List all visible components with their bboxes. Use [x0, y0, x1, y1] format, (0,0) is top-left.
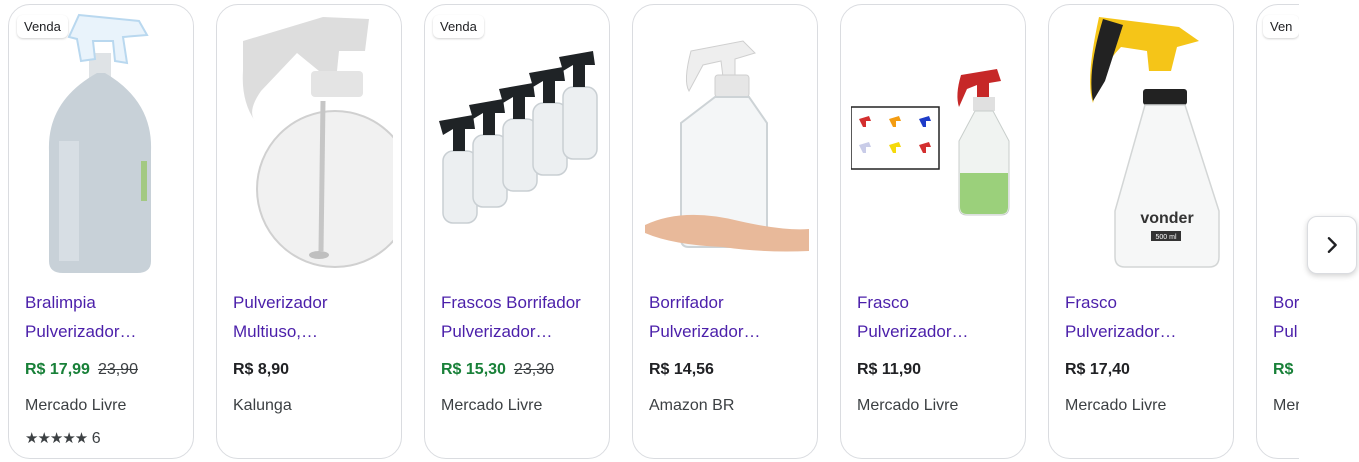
sale-badge: Venda	[17, 15, 68, 38]
price: R$ 17,40	[1065, 361, 1130, 378]
old-price: 23,30	[513, 361, 554, 378]
price-row: R$ 17,99 23,90	[25, 361, 138, 379]
sale-price: R$	[1273, 361, 1294, 378]
price: R$ 11,90	[857, 361, 922, 378]
product-title[interactable]: Frasco Pulverizador…	[1065, 288, 1225, 346]
price-row: R$ 14,56	[649, 361, 714, 379]
sale-price: R$ 17,99	[25, 361, 90, 378]
chevron-right-icon	[1327, 237, 1337, 253]
rating-count: 6	[91, 430, 101, 447]
product-image[interactable]	[227, 11, 393, 275]
sale-badge: Ven	[1263, 15, 1299, 38]
store-name: Mercado Livre	[25, 397, 127, 414]
store-name: Mercado Livre	[857, 397, 959, 414]
product-image[interactable]: vonder 500 ml	[1059, 11, 1225, 275]
price: R$ 14,56	[649, 361, 714, 378]
product-title[interactable]: Pulverizador Multiuso,…	[233, 288, 393, 346]
price-row: R$ 17,40	[1065, 361, 1130, 379]
store-name: Mercado Livre	[1065, 397, 1167, 414]
store-name: Kalunga	[233, 397, 292, 414]
product-title[interactable]: Bor Pul	[1273, 288, 1299, 346]
product-card[interactable]: Borrifador Pulverizador… R$ 14,56 Amazon…	[632, 4, 818, 459]
product-brand-label: vonder	[1140, 210, 1193, 227]
sale-badge: Venda	[433, 15, 484, 38]
product-card[interactable]: vonder 500 ml Frasco Pulverizador… R$ 17…	[1048, 4, 1234, 459]
price-row: R$	[1273, 361, 1293, 379]
product-card[interactable]: Venda Bralimpia Pulverizador… R$ 17,99 23…	[8, 4, 194, 459]
store-name: Mer	[1273, 397, 1299, 414]
product-image[interactable]	[435, 11, 601, 275]
product-carousel: Venda Bralimpia Pulverizador… R$ 17,99 23…	[0, 0, 1299, 462]
product-image[interactable]	[19, 11, 185, 275]
carousel-next-button[interactable]	[1307, 216, 1357, 274]
store-name: Amazon BR	[649, 397, 735, 414]
sale-price: R$ 15,30	[441, 361, 506, 378]
rating: ★★★★★ 6	[25, 429, 101, 448]
product-card[interactable]: Pulverizador Multiuso,… R$ 8,90 Kalunga	[216, 4, 402, 459]
price-row: R$ 8,90	[233, 361, 289, 379]
product-title[interactable]: Frasco Pulverizador…	[857, 288, 1017, 346]
product-card[interactable]: Venda Frascos Borrifador Pulverizador… R…	[424, 4, 610, 459]
product-image[interactable]	[643, 11, 809, 275]
price-row: R$ 15,30 23,30	[441, 361, 554, 379]
old-price: 23,90	[97, 361, 138, 378]
product-title[interactable]: Bralimpia Pulverizador…	[25, 288, 185, 346]
price-row: R$ 11,90	[857, 361, 921, 379]
product-volume-label: 500 ml	[1155, 234, 1176, 241]
star-rating-icon: ★★★★★	[25, 430, 88, 447]
product-title[interactable]: Borrifador Pulverizador…	[649, 288, 809, 346]
product-image[interactable]	[851, 11, 1017, 275]
product-title[interactable]: Frascos Borrifador Pulverizador…	[441, 288, 601, 346]
product-card[interactable]: Frasco Pulverizador… R$ 11,90 Mercado Li…	[840, 4, 1026, 459]
price: R$ 8,90	[233, 361, 290, 378]
product-card[interactable]: Ven Bor Pul R$ Mer	[1256, 4, 1299, 459]
store-name: Mercado Livre	[441, 397, 543, 414]
